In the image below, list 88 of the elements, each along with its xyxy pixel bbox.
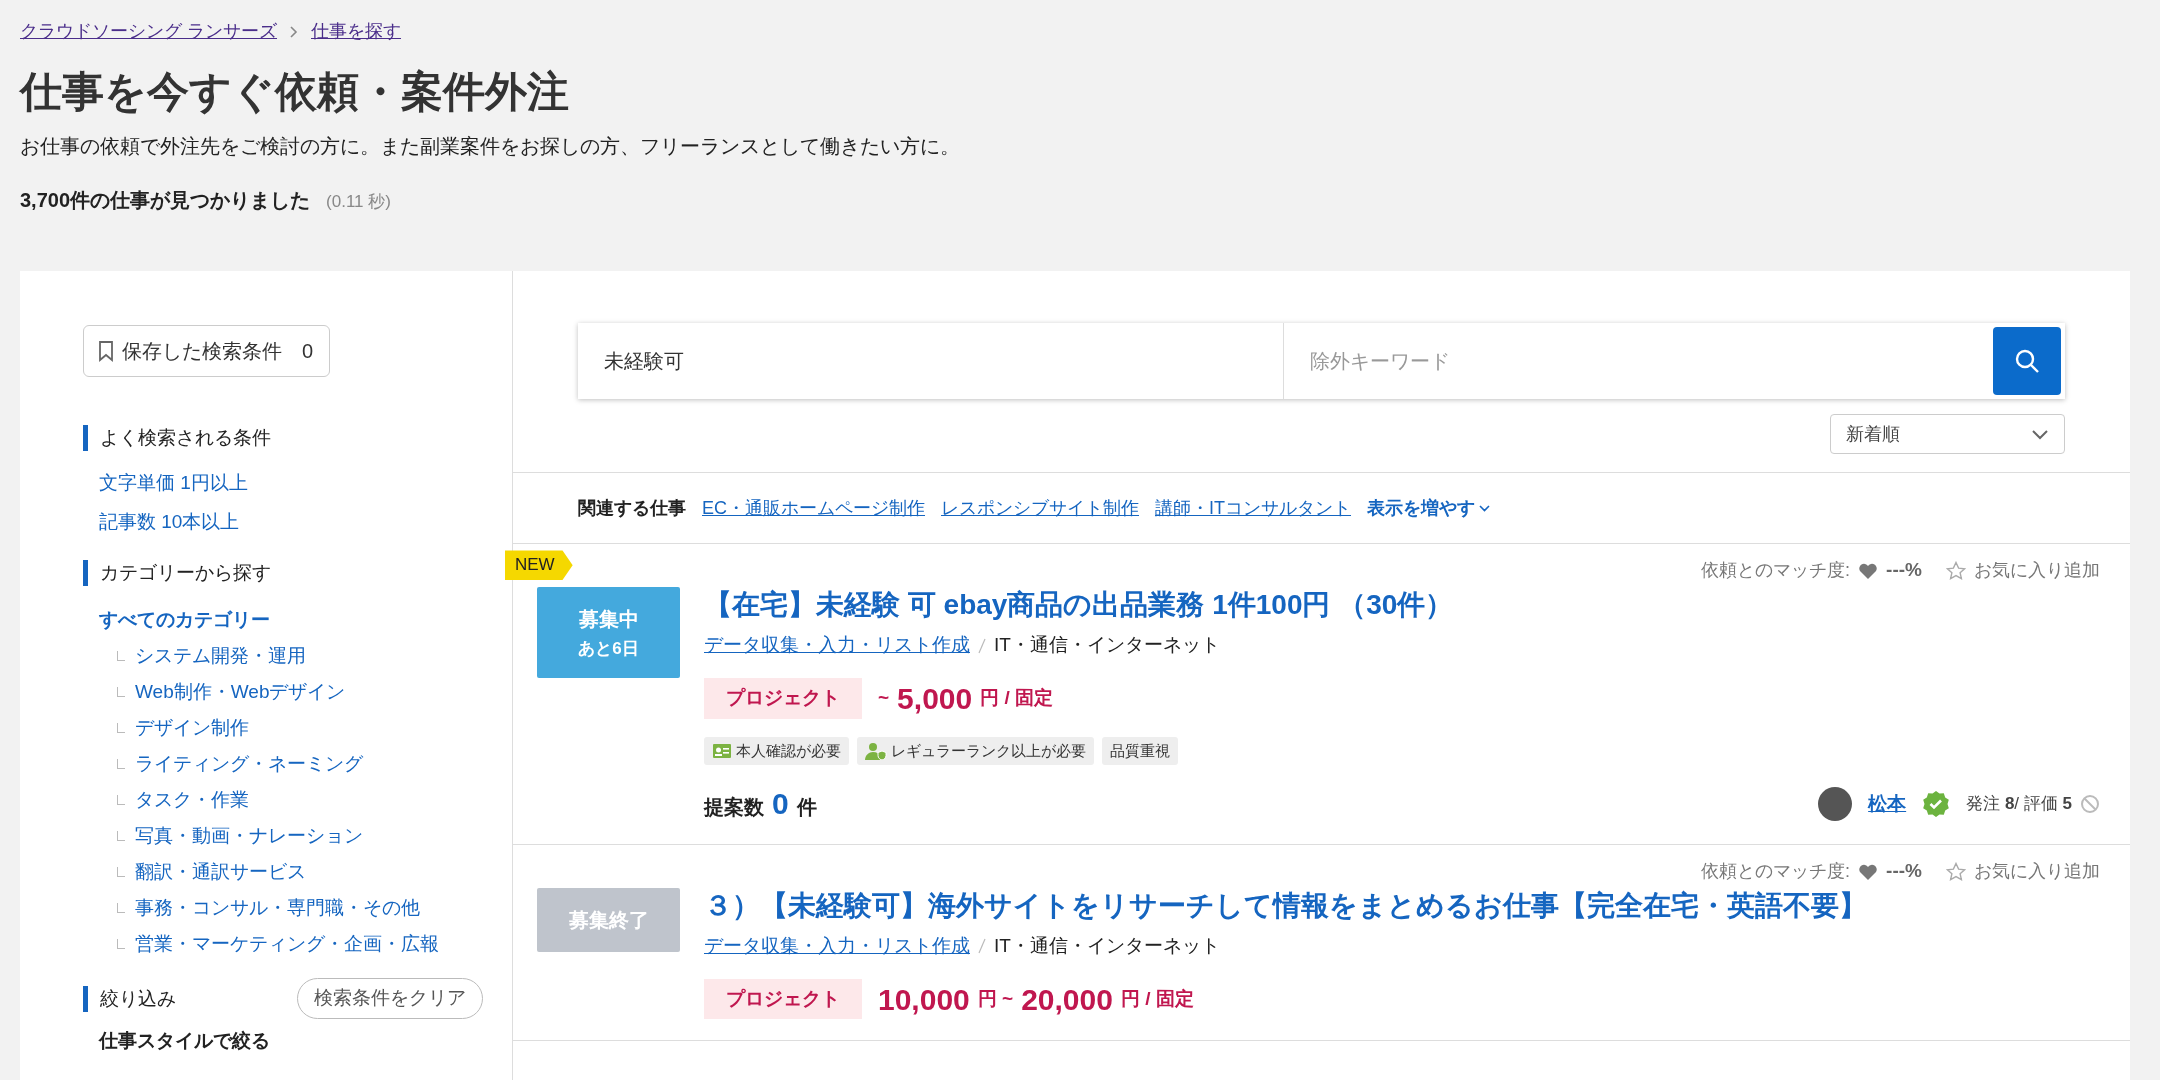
job-title-link[interactable]: ３）【未経験可】海外サイトをリサーチして情報をまとめるお仕事【完全在宅・英語不要】 <box>704 887 1867 925</box>
client-stats: 発注 8/ 評価 5 <box>1966 793 2072 816</box>
tree-connector-icon <box>117 651 125 662</box>
search-button[interactable] <box>1993 327 2061 396</box>
tree-connector-icon <box>117 831 125 842</box>
category-link[interactable]: 写真・動画・ナレーション <box>135 822 363 851</box>
star-icon <box>1946 560 1966 581</box>
category-link[interactable]: デザイン制作 <box>135 714 249 743</box>
page-title: 仕事を今すぐ依頼・案件外注 <box>20 67 570 117</box>
requirement-tag: 品質重視 <box>1102 736 1178 766</box>
category-link[interactable]: ライティング・ネーミング <box>135 750 363 779</box>
subcategory-text: IT・通信・インターネット <box>994 934 1220 959</box>
chevron-down-icon <box>1479 504 1490 512</box>
category-link[interactable]: 事務・コンサル・専門職・その他 <box>135 894 420 923</box>
match-value: ---% <box>1886 558 1922 583</box>
clear-conditions-button[interactable]: 検索条件をクリア <box>297 978 483 1019</box>
job-type-label: プロジェクト <box>704 678 862 719</box>
match-label: 依頼とのマッチ度: <box>1701 860 1851 884</box>
category-link[interactable]: すべてのカテゴリー <box>99 606 270 635</box>
job-title-link[interactable]: 【在宅】未経験 可 ebay商品の出品業務 1件100円 （30件） <box>704 586 1454 624</box>
price-amount: 5,000 <box>897 680 973 717</box>
related-job-link[interactable]: レスポンシブサイト制作 <box>941 494 1139 522</box>
category-link[interactable]: システム開発・運用 <box>135 642 306 671</box>
ban-icon <box>2080 793 2100 814</box>
page-description: お仕事の依頼で外注先をご検討の方に。また副業案件をお探しの方、フリーランスとして働きたい方に。 <box>20 134 961 160</box>
related-jobs-label: 関連する仕事 <box>578 496 686 520</box>
job-type-label: プロジェクト <box>704 978 862 1020</box>
chevron-right-icon <box>289 24 299 39</box>
result-count: 3,700件の仕事が見つかりました <box>20 188 311 214</box>
tree-connector-icon <box>117 939 125 950</box>
saved-searches-button[interactable]: 保存した検索条件 0 <box>83 325 331 378</box>
category-link[interactable]: データ収集・入力・リスト作成 <box>704 631 970 660</box>
bookmark-icon <box>98 340 114 363</box>
favorite-link[interactable]: お気に入り追加 <box>1946 858 2100 886</box>
subcategory-text: IT・通信・インターネット <box>994 633 1220 658</box>
price-amount: 10,000 <box>878 981 970 1018</box>
tree-connector-icon <box>117 795 125 806</box>
keyword-field[interactable]: 未経験可 <box>578 323 1284 400</box>
related-job-link[interactable]: EC・通販ホームページ制作 <box>702 494 925 522</box>
price-unit: 円 / 固定 <box>980 686 1054 711</box>
tree-connector-icon <box>117 867 125 878</box>
slash-divider-icon <box>978 938 986 955</box>
search-icon <box>2014 348 2040 375</box>
tree-connector-icon <box>117 687 125 698</box>
price-unit: 円 / 固定 <box>1120 986 1194 1011</box>
proposal-count: 0 <box>772 786 789 823</box>
star-icon <box>1946 861 1966 882</box>
heart-icon <box>1858 862 1879 881</box>
proposal-count-label: 提案数 <box>704 795 764 821</box>
price-unit: 円 ~ <box>977 986 1014 1011</box>
section-heading: よく検索される条件 <box>83 425 512 452</box>
chevron-down-icon <box>2031 428 2049 440</box>
heart-icon <box>1858 561 1879 580</box>
category-link[interactable]: データ収集・入力・リスト作成 <box>704 932 970 961</box>
tree-connector-icon <box>117 723 125 734</box>
related-job-link[interactable]: 講師・ITコンサルタント <box>1155 494 1351 522</box>
filter-subheading: 仕事スタイルで絞る <box>97 1028 271 1053</box>
exclude-keyword-field[interactable]: 除外キーワード <box>1284 323 1989 400</box>
avatar-icon <box>1818 786 1853 821</box>
id-card-icon <box>712 743 732 760</box>
search-condition-link[interactable]: 記事数 10本以上 <box>99 507 240 537</box>
requirement-tag: レギュラーランク以上が必要 <box>857 736 1094 766</box>
slash-divider-icon <box>978 637 986 654</box>
section-heading: 絞り込み <box>83 985 176 1012</box>
new-ribbon: NEW <box>505 550 573 580</box>
person-shield-icon <box>865 742 887 761</box>
price-unit: ~ <box>878 686 890 711</box>
requirement-tag: 本人確認が必要 <box>704 736 849 766</box>
show-more-link[interactable]: 表示を増やす <box>1367 494 1490 522</box>
favorite-link[interactable]: お気に入り追加 <box>1946 557 2100 585</box>
breadcrumb-link[interactable]: クラウドソーシング ランサーズ <box>20 18 277 45</box>
search-time: (0.11 秒) <box>326 191 391 214</box>
category-link[interactable]: Web制作・Webデザイン <box>135 678 346 707</box>
match-value: ---% <box>1886 859 1922 884</box>
category-link[interactable]: 翻訳・通訳サービス <box>135 858 306 887</box>
status-badge: 募集終了 <box>537 887 680 952</box>
tree-connector-icon <box>117 903 125 914</box>
price-amount: 20,000 <box>1021 981 1113 1018</box>
match-label: 依頼とのマッチ度: <box>1701 559 1851 583</box>
client-name-link[interactable]: 松本 <box>1868 789 1907 819</box>
breadcrumb-link[interactable]: 仕事を探す <box>311 18 401 45</box>
proposal-count-unit: 件 <box>796 795 817 821</box>
tree-connector-icon <box>117 759 125 770</box>
category-link[interactable]: タスク・作業 <box>135 786 249 815</box>
sort-dropdown[interactable]: 新着順 <box>1830 414 2065 455</box>
search-condition-link[interactable]: 文字単価 1円以上 <box>99 469 248 498</box>
status-badge: 募集中 あと6日 <box>537 586 680 679</box>
category-link[interactable]: 営業・マーケティング・企画・広報 <box>135 930 439 959</box>
